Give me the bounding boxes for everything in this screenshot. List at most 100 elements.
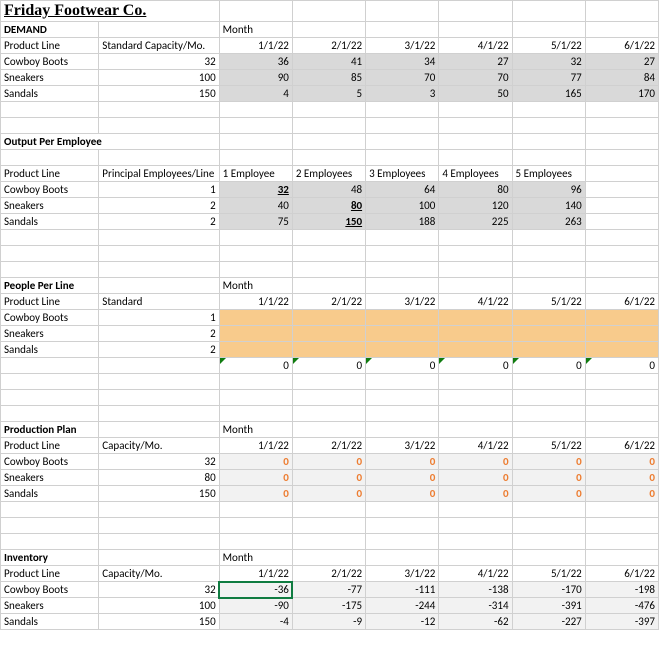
cell[interactable]: -175: [292, 598, 365, 614]
input-cell[interactable]: [439, 310, 512, 326]
cell[interactable]: 32: [99, 54, 219, 70]
cell[interactable]: 1: [99, 182, 219, 198]
cell[interactable]: 0: [219, 454, 292, 470]
cell[interactable]: 0: [366, 454, 439, 470]
cell[interactable]: 0: [439, 358, 512, 374]
input-cell[interactable]: [292, 342, 365, 358]
input-cell[interactable]: [439, 342, 512, 358]
cell[interactable]: 84: [585, 70, 658, 86]
cell[interactable]: -391: [512, 598, 585, 614]
input-cell[interactable]: [292, 326, 365, 342]
input-cell[interactable]: [585, 326, 658, 342]
input-cell[interactable]: [219, 310, 292, 326]
cell[interactable]: -111: [366, 582, 439, 598]
spreadsheet-grid[interactable]: Friday Footwear Co. DEMAND Month Product…: [0, 0, 659, 630]
cell[interactable]: 41: [292, 54, 365, 70]
cell[interactable]: 150: [99, 614, 219, 630]
cell[interactable]: 100: [99, 598, 219, 614]
input-cell[interactable]: [219, 342, 292, 358]
cell[interactable]: 225: [439, 214, 512, 230]
input-cell[interactable]: [585, 310, 658, 326]
cell[interactable]: -244: [366, 598, 439, 614]
cell[interactable]: 64: [366, 182, 439, 198]
cell[interactable]: 2: [99, 342, 219, 358]
cell[interactable]: 165: [512, 86, 585, 102]
cell[interactable]: 77: [512, 70, 585, 86]
cell[interactable]: -9: [292, 614, 365, 630]
cell[interactable]: 0: [219, 358, 292, 374]
cell[interactable]: 0: [439, 470, 512, 486]
cell[interactable]: 2: [99, 214, 219, 230]
cell[interactable]: 90: [219, 70, 292, 86]
input-cell[interactable]: [292, 310, 365, 326]
cell[interactable]: 2: [99, 326, 219, 342]
cell[interactable]: 0: [366, 486, 439, 502]
cell[interactable]: 188: [366, 214, 439, 230]
input-cell[interactable]: [585, 342, 658, 358]
cell[interactable]: 0: [292, 470, 365, 486]
cell[interactable]: 70: [439, 70, 512, 86]
cell[interactable]: 50: [439, 86, 512, 102]
cell[interactable]: 150: [292, 214, 365, 230]
cell[interactable]: 0: [292, 358, 365, 374]
cell[interactable]: 0: [585, 454, 658, 470]
cell[interactable]: 0: [512, 454, 585, 470]
cell[interactable]: -62: [439, 614, 512, 630]
cell[interactable]: 5: [292, 86, 365, 102]
cell[interactable]: -198: [585, 582, 658, 598]
cell[interactable]: 263: [512, 214, 585, 230]
cell[interactable]: 140: [512, 198, 585, 214]
cell[interactable]: 80: [292, 198, 365, 214]
cell[interactable]: 70: [366, 70, 439, 86]
cell[interactable]: -4: [219, 614, 292, 630]
cell[interactable]: -90: [219, 598, 292, 614]
cell[interactable]: 32: [219, 182, 292, 198]
cell[interactable]: -77: [292, 582, 365, 598]
input-cell[interactable]: [219, 326, 292, 342]
cell[interactable]: 40: [219, 198, 292, 214]
cell[interactable]: 36: [219, 54, 292, 70]
cell[interactable]: 80: [99, 470, 219, 486]
cell[interactable]: 2: [99, 198, 219, 214]
cell[interactable]: 4: [219, 86, 292, 102]
cell[interactable]: 27: [585, 54, 658, 70]
cell[interactable]: 120: [439, 198, 512, 214]
cell[interactable]: 0: [219, 470, 292, 486]
cell[interactable]: 150: [99, 486, 219, 502]
cell[interactable]: 32: [99, 454, 219, 470]
cell[interactable]: 0: [292, 454, 365, 470]
selected-cell[interactable]: -36: [219, 582, 292, 598]
cell[interactable]: 32: [99, 582, 219, 598]
input-cell[interactable]: [366, 310, 439, 326]
cell[interactable]: -138: [439, 582, 512, 598]
input-cell[interactable]: [366, 326, 439, 342]
cell[interactable]: 0: [585, 470, 658, 486]
cell[interactable]: 0: [512, 470, 585, 486]
cell[interactable]: 75: [219, 214, 292, 230]
cell[interactable]: 100: [99, 70, 219, 86]
cell[interactable]: 0: [512, 358, 585, 374]
input-cell[interactable]: [512, 342, 585, 358]
cell[interactable]: 32: [512, 54, 585, 70]
cell[interactable]: 85: [292, 70, 365, 86]
cell[interactable]: 0: [439, 486, 512, 502]
cell[interactable]: -476: [585, 598, 658, 614]
input-cell[interactable]: [512, 310, 585, 326]
cell[interactable]: 27: [439, 54, 512, 70]
cell[interactable]: -170: [512, 582, 585, 598]
cell[interactable]: 3: [366, 86, 439, 102]
cell[interactable]: 0: [585, 486, 658, 502]
cell[interactable]: 0: [439, 454, 512, 470]
cell[interactable]: 0: [292, 486, 365, 502]
input-cell[interactable]: [512, 326, 585, 342]
input-cell[interactable]: [439, 326, 512, 342]
cell[interactable]: 1: [99, 310, 219, 326]
cell[interactable]: 0: [585, 358, 658, 374]
cell[interactable]: 170: [585, 86, 658, 102]
cell[interactable]: 0: [512, 486, 585, 502]
cell[interactable]: 0: [366, 358, 439, 374]
cell[interactable]: 150: [99, 86, 219, 102]
input-cell[interactable]: [366, 342, 439, 358]
cell[interactable]: -12: [366, 614, 439, 630]
cell[interactable]: 96: [512, 182, 585, 198]
